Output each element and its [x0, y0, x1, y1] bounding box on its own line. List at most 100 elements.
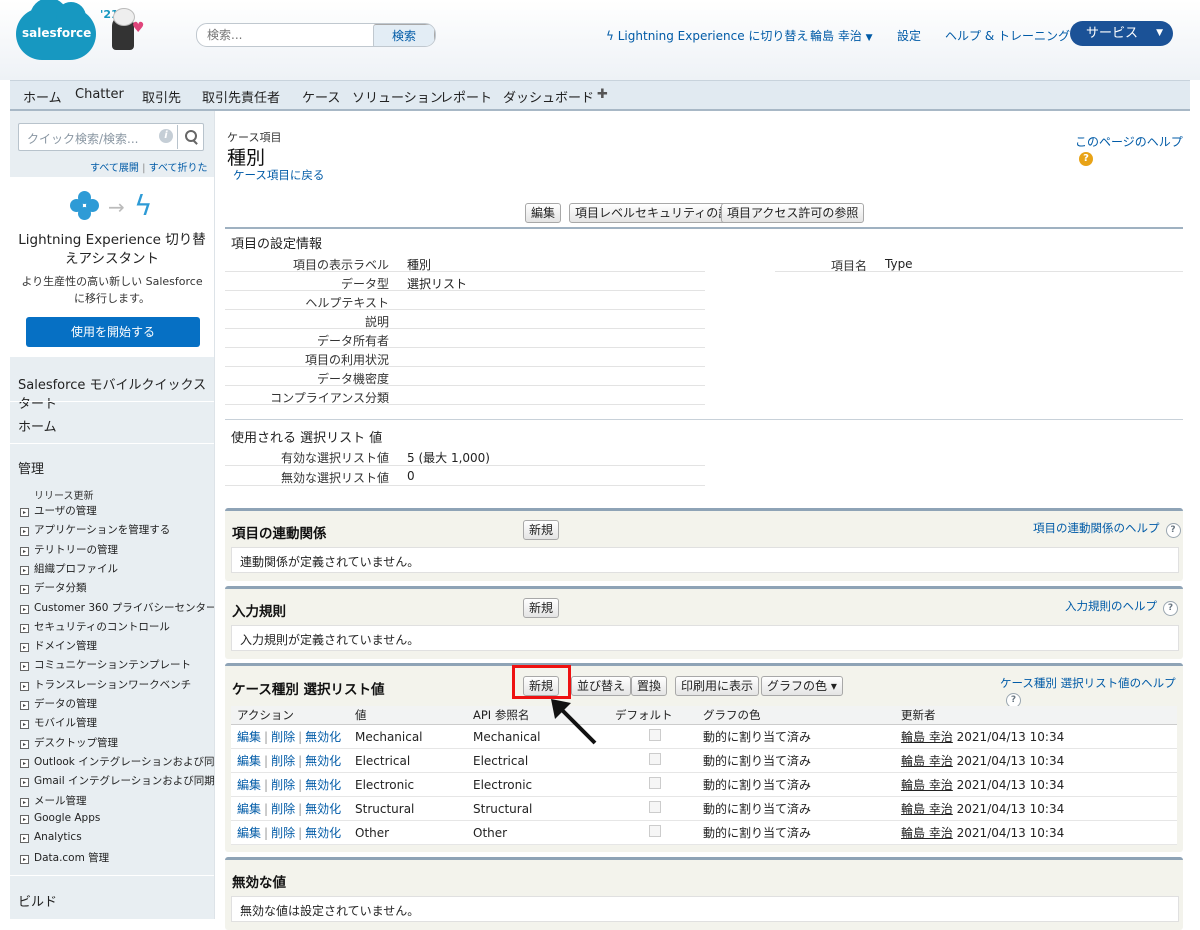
deactivate-link[interactable]: 無効化 [305, 826, 341, 840]
tab-accounts[interactable]: 取引先 [142, 87, 181, 106]
delete-link[interactable]: 削除 [271, 754, 295, 768]
deactivate-link[interactable]: 無効化 [305, 802, 341, 816]
get-started-button[interactable]: 使用を開始する [26, 317, 200, 347]
sidebar-admin-item[interactable]: ▸ 組織プロファイル [20, 561, 118, 576]
edit-link[interactable]: 編集 [237, 730, 261, 744]
page-help-link[interactable]: このページのヘルプ? [1075, 133, 1191, 166]
edit-link[interactable]: 編集 [237, 778, 261, 792]
sidebar-admin-item[interactable]: ▸ データ分類 [20, 580, 87, 595]
validation-help-link[interactable]: 入力規則のヘルプ? [1065, 598, 1178, 616]
expand-all-link[interactable]: すべて展開 [90, 163, 139, 174]
expand-icon[interactable]: ▸ [20, 834, 29, 844]
edit-link[interactable]: 編集 [237, 754, 261, 768]
modified-by-user-link[interactable]: 輪島 幸治 [901, 778, 953, 792]
modified-by-user-link[interactable]: 輪島 幸治 [901, 826, 953, 840]
delete-link[interactable]: 削除 [271, 730, 295, 744]
sidebar-admin-item[interactable]: ▸ モバイル管理 [20, 715, 97, 730]
mobile-quickstart-link[interactable]: Salesforce モバイルクイックスタート [18, 374, 214, 412]
salesforce-logo[interactable]: salesforce [16, 0, 96, 60]
view-field-accessibility-button[interactable]: 項目アクセス許可の参照 [721, 203, 865, 223]
edit-button[interactable]: 編集 [525, 203, 562, 223]
delete-link[interactable]: 削除 [271, 826, 295, 840]
expand-icon[interactable]: ▸ [20, 565, 29, 575]
sidebar-admin-item[interactable]: ▸ セキュリティのコントロール [20, 619, 170, 634]
expand-icon[interactable]: ▸ [20, 739, 29, 749]
picklist-value: Mechanical [349, 724, 467, 749]
sidebar-admin-item[interactable]: ▸ ドメイン管理 [20, 638, 97, 653]
new-validation-rule-button[interactable]: 新規 [523, 598, 560, 618]
replace-button[interactable]: 置換 [631, 676, 668, 696]
expand-icon[interactable]: ▸ [20, 546, 29, 556]
expand-icon[interactable]: ▸ [20, 720, 29, 730]
new-dependency-button[interactable]: 新規 [523, 520, 560, 540]
sidebar-admin-item[interactable]: ▸ Outlook インテグレーションおよび同期 [20, 754, 225, 769]
global-search-button[interactable]: 検索 [373, 24, 435, 46]
expand-icon[interactable]: ▸ [20, 585, 29, 595]
tab-dashboards[interactable]: ダッシュボード [503, 87, 594, 106]
expand-icon[interactable]: ▸ [20, 855, 29, 865]
modified-by-user-link[interactable]: 輪島 幸治 [901, 754, 953, 768]
deactivate-link[interactable]: 無効化 [305, 730, 341, 744]
release-update-link[interactable]: リリース更新 [34, 487, 94, 502]
dependencies-help-link[interactable]: 項目の連動関係のヘルプ? [1033, 520, 1181, 538]
active-values-label: 有効な選択リスト値 [280, 451, 389, 465]
sidebar-admin-item[interactable]: ▸ ユーザの管理 [20, 503, 97, 518]
quick-find[interactable]: クイック検索/検索... i [18, 123, 204, 151]
expand-icon[interactable]: ▸ [20, 508, 29, 517]
sidebar-admin-item-label: デスクトップ管理 [34, 736, 118, 749]
reorder-button[interactable]: 並び替え [571, 676, 632, 696]
expand-icon[interactable]: ▸ [20, 701, 29, 710]
modified-by-user-link[interactable]: 輪島 幸治 [901, 730, 953, 744]
picklist-help-link[interactable]: ケース種別 選択リスト値のヘルプ? [1000, 675, 1183, 708]
expand-icon[interactable]: ▸ [20, 681, 29, 691]
sidebar-admin-item-label: Analytics [34, 831, 82, 844]
sidebar-admin-item[interactable]: ▸ Data.com 管理 [20, 850, 109, 865]
edit-link[interactable]: 編集 [237, 802, 261, 816]
sidebar-admin-item[interactable]: ▸ コミュニケーションテンプレート [20, 657, 191, 672]
sidebar-admin-item[interactable]: ▸ テリトリーの管理 [20, 542, 118, 557]
add-tab-icon[interactable]: ✚ [597, 87, 608, 102]
deactivate-link[interactable]: 無効化 [305, 778, 341, 792]
global-search-input[interactable] [205, 26, 379, 44]
tab-solutions[interactable]: ソリューション [352, 87, 443, 106]
sidebar-home-link[interactable]: ホーム [18, 416, 57, 435]
sidebar-admin-item[interactable]: ▸ アプリケーションを管理する [20, 522, 170, 537]
sidebar-admin-item[interactable]: ▸ Customer 360 プライバシーセンター [20, 600, 217, 615]
expand-icon[interactable]: ▸ [20, 814, 29, 824]
sidebar-admin-item[interactable]: ▸ デスクトップ管理 [20, 735, 118, 750]
expand-icon[interactable]: ▸ [20, 797, 29, 807]
back-to-case-fields-link[interactable]: ケース項目に戻る [233, 167, 324, 183]
setup-link[interactable]: 設定 [897, 27, 921, 44]
deactivate-link[interactable]: 無効化 [305, 754, 341, 768]
expand-icon[interactable]: ▸ [20, 604, 29, 614]
switch-lightning-link[interactable]: ϟ Lightning Experience に切り替え [606, 27, 808, 44]
printable-view-button[interactable]: 印刷用に表示 [675, 676, 760, 696]
delete-link[interactable]: 削除 [271, 802, 295, 816]
sidebar-admin-item[interactable]: ▸ Gmail インテグレーションおよび同期 [20, 773, 215, 788]
delete-link[interactable]: 削除 [271, 778, 295, 792]
chart-colors-dropdown[interactable]: グラフの色 ▾ [761, 676, 843, 696]
tab-reports[interactable]: レポート [440, 87, 492, 106]
search-icon[interactable] [177, 125, 203, 149]
sidebar-admin-item[interactable]: ▸ Google Apps [20, 812, 100, 824]
help-training-link[interactable]: ヘルプ & トレーニング [945, 27, 1070, 44]
tab-chatter[interactable]: Chatter [75, 87, 124, 102]
expand-icon[interactable]: ▸ [20, 623, 29, 633]
expand-icon[interactable]: ▸ [20, 778, 29, 788]
tab-home[interactable]: ホーム [23, 87, 62, 106]
expand-icon[interactable]: ▸ [20, 643, 29, 653]
modified-by-user-link[interactable]: 輪島 幸治 [901, 802, 953, 816]
user-menu[interactable]: 輪島 幸治 ▼ [810, 27, 873, 44]
tab-contacts[interactable]: 取引先責任者 [202, 87, 280, 106]
tab-cases[interactable]: ケース [302, 87, 340, 106]
expand-icon[interactable]: ▸ [20, 527, 29, 537]
expand-icon[interactable]: ▸ [20, 758, 29, 768]
sidebar-admin-item[interactable]: ▸ データの管理 [20, 696, 97, 711]
app-switcher[interactable]: サービス ▼ [1070, 21, 1173, 46]
expand-icon[interactable]: ▸ [20, 662, 29, 672]
sidebar-admin-item[interactable]: ▸ Analytics [20, 831, 82, 844]
info-icon[interactable]: i [159, 129, 173, 143]
sidebar-admin-item[interactable]: ▸ メール管理 [20, 793, 87, 808]
sidebar-admin-item[interactable]: ▸ トランスレーションワークベンチ [20, 677, 191, 692]
edit-link[interactable]: 編集 [237, 826, 261, 840]
